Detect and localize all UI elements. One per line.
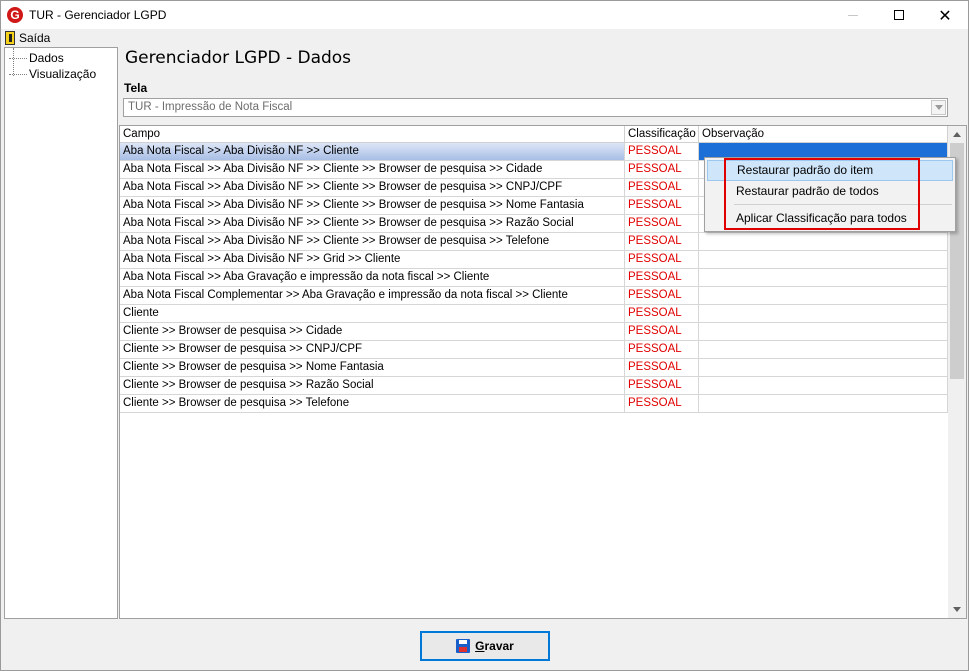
cell-classificacao[interactable]: PESSOAL [625,161,699,178]
cell-classificacao[interactable]: PESSOAL [625,287,699,304]
table-row[interactable]: Cliente PESSOAL [120,305,948,323]
tela-label: Tela [124,81,148,95]
cell-observacao[interactable] [699,305,948,322]
maximize-icon [894,10,904,20]
cell-campo[interactable]: Cliente >> Browser de pesquisa >> CNPJ/C… [120,341,625,358]
cell-campo[interactable]: Aba Nota Fiscal >> Aba Divisão NF >> Cli… [120,161,625,178]
cell-campo[interactable]: Cliente [120,305,625,322]
cell-observacao[interactable] [699,323,948,340]
tree-item-label: Dados [29,51,64,65]
cell-observacao[interactable] [699,269,948,286]
menu-separator [734,204,952,205]
table-row[interactable]: Cliente >> Browser de pesquisa >> Razão … [120,377,948,395]
minimize-icon [848,14,858,16]
cell-classificacao[interactable]: PESSOAL [625,269,699,286]
cell-campo[interactable]: Aba Nota Fiscal >> Aba Divisão NF >> Cli… [120,197,625,214]
grid-header: Campo Classificação Observação [120,126,948,143]
title-bar[interactable]: G TUR - Gerenciador LGPD ✕ [1,1,968,29]
cell-campo[interactable]: Aba Nota Fiscal >> Aba Divisão NF >> Cli… [120,143,625,160]
scroll-up-arrow-icon [953,132,961,137]
cell-observacao[interactable] [699,251,948,268]
context-menu: Restaurar padrão do item Restaurar padrã… [704,157,956,232]
cell-campo[interactable]: Cliente >> Browser de pesquisa >> Cidade [120,323,625,340]
cell-observacao[interactable] [699,287,948,304]
menu-item-restore-item-default[interactable]: Restaurar padrão do item [707,160,953,181]
table-row[interactable]: Cliente >> Browser de pesquisa >> Cidade… [120,323,948,341]
table-row[interactable]: Cliente >> Browser de pesquisa >> Nome F… [120,359,948,377]
menu-item-exit-label: Saída [19,31,51,45]
cell-classificacao[interactable]: PESSOAL [625,359,699,376]
cell-classificacao[interactable]: PESSOAL [625,197,699,214]
cell-observacao[interactable] [699,377,948,394]
cell-campo[interactable]: Cliente >> Browser de pesquisa >> Razão … [120,377,625,394]
table-row[interactable]: Aba Nota Fiscal >> Aba Divisão NF >> Gri… [120,251,948,269]
table-row[interactable]: Aba Nota Fiscal >> Aba Gravação e impres… [120,269,948,287]
table-row[interactable]: Aba Nota Fiscal Complementar >> Aba Grav… [120,287,948,305]
floppy-disk-icon [456,639,471,653]
menu-item-exit[interactable]: Saída [5,31,50,45]
cell-observacao[interactable] [699,395,948,412]
cell-classificacao[interactable]: PESSOAL [625,179,699,196]
cell-observacao[interactable] [699,233,948,250]
cell-classificacao[interactable]: PESSOAL [625,251,699,268]
menu-bar: Saída [1,29,968,47]
cell-campo[interactable]: Aba Nota Fiscal >> Aba Divisão NF >> Cli… [120,179,625,196]
tree-branch-line [9,73,27,75]
tree-item-label: Visualização [29,67,97,81]
exit-door-icon [5,31,15,45]
menu-item-restore-all-default[interactable]: Restaurar padrão de todos [707,181,953,202]
close-button[interactable]: ✕ [922,1,968,29]
column-header-observacao[interactable]: Observação [699,126,948,143]
cell-campo[interactable]: Cliente >> Browser de pesquisa >> Nome F… [120,359,625,376]
minimize-button[interactable] [830,1,876,29]
app-window: G TUR - Gerenciador LGPD ✕ Saída Dados V… [0,0,969,671]
cell-classificacao[interactable]: PESSOAL [625,143,699,160]
table-row[interactable]: Cliente >> Browser de pesquisa >> Telefo… [120,395,948,413]
cell-campo[interactable]: Aba Nota Fiscal >> Aba Divisão NF >> Cli… [120,233,625,250]
cell-campo[interactable]: Aba Nota Fiscal >> Aba Gravação e impres… [120,269,625,286]
cell-classificacao[interactable]: PESSOAL [625,377,699,394]
dropdown-arrow-button[interactable] [931,100,946,115]
cell-campo[interactable]: Aba Nota Fiscal >> Aba Divisão NF >> Gri… [120,251,625,268]
tree-item-visualizacao[interactable]: Visualização [5,66,96,82]
chevron-down-icon [934,105,943,110]
scroll-down-arrow-icon [953,607,961,612]
cell-classificacao[interactable]: PESSOAL [625,215,699,232]
tree-item-dados[interactable]: Dados [5,50,64,66]
tela-select-value: TUR - Impressão de Nota Fiscal [128,101,293,113]
cell-classificacao[interactable]: PESSOAL [625,305,699,322]
cell-classificacao[interactable]: PESSOAL [625,323,699,340]
maximize-button[interactable] [876,1,922,29]
window-title: TUR - Gerenciador LGPD [29,8,167,22]
scroll-down-button[interactable] [948,601,966,618]
cell-campo[interactable]: Cliente >> Browser de pesquisa >> Telefo… [120,395,625,412]
cell-campo[interactable]: Aba Nota Fiscal Complementar >> Aba Grav… [120,287,625,304]
save-button[interactable]: Gravar [420,631,550,661]
tree-branch-line [9,57,27,59]
cell-campo[interactable]: Aba Nota Fiscal >> Aba Divisão NF >> Cli… [120,215,625,232]
page-title: Gerenciador LGPD - Dados [125,48,352,68]
cell-classificacao[interactable]: PESSOAL [625,233,699,250]
table-row[interactable]: Aba Nota Fiscal >> Aba Divisão NF >> Cli… [120,233,948,251]
app-logo-icon: G [7,7,23,23]
cell-observacao[interactable] [699,359,948,376]
close-icon: ✕ [938,5,952,25]
menu-item-apply-classification-all[interactable]: Aplicar Classificação para todos [707,208,953,229]
table-row[interactable]: Cliente >> Browser de pesquisa >> CNPJ/C… [120,341,948,359]
column-header-campo[interactable]: Campo [120,126,625,143]
cell-observacao[interactable] [699,341,948,358]
window-controls: ✕ [830,1,968,29]
tela-select[interactable]: TUR - Impressão de Nota Fiscal [123,98,948,117]
column-header-classificacao[interactable]: Classificação [625,126,699,143]
cell-classificacao[interactable]: PESSOAL [625,395,699,412]
navigation-tree: Dados Visualização [4,47,118,619]
cell-classificacao[interactable]: PESSOAL [625,341,699,358]
save-button-label: Gravar [475,639,514,653]
scroll-up-button[interactable] [948,126,966,143]
